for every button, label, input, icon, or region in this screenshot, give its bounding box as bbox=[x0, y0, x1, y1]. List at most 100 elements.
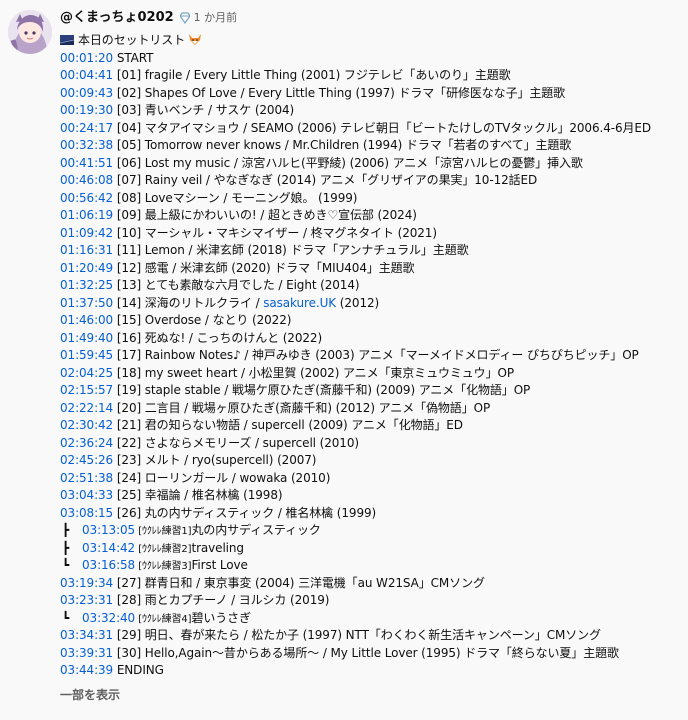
timestamp-link[interactable]: 00:41:51 bbox=[60, 156, 113, 170]
practice-tag: [ｳｸﾚﾚ練習2] bbox=[135, 543, 192, 555]
setlist-item: 00:32:38 [05] Tomorrow never knows / Mr.… bbox=[60, 137, 682, 155]
timestamp-link[interactable]: 01:59:45 bbox=[60, 348, 113, 362]
setlist-item: 01:06:19 [09] 最上級にかわいいの! / 超ときめき♡宣伝部 (20… bbox=[60, 207, 682, 225]
setlist-item: 03:23:31 [28] 雨とカプチーノ / ヨルシカ (2019) bbox=[60, 592, 682, 610]
show-less-button[interactable]: 一部を表示 bbox=[60, 686, 682, 703]
timestamp-link[interactable]: 03:39:31 bbox=[60, 646, 113, 660]
song-text: [01] fragile / Every Little Thing (2001)… bbox=[113, 68, 511, 82]
setlist-item: 02:36:24 [22] さよならメモリーズ / supercell (201… bbox=[60, 435, 682, 453]
song-text: [25] 幸福論 / 椎名林檎 (1998) bbox=[113, 488, 283, 502]
timestamp-link[interactable]: 00:56:42 bbox=[60, 191, 113, 205]
timestamp-link[interactable]: 02:30:42 bbox=[60, 418, 113, 432]
timestamp-link[interactable]: 01:20:49 bbox=[60, 261, 113, 275]
song-text: 碧いうさぎ bbox=[191, 610, 251, 625]
setlist-item: 01:59:45 [17] Rainbow Notes♪ / 神戸みゆき (20… bbox=[60, 347, 682, 365]
comment-content: 本日のセットリスト 00:01:20 START 00:04:41 [01] fr… bbox=[60, 32, 682, 680]
timestamp-link[interactable]: 00:32:38 bbox=[60, 138, 113, 152]
sub-setlist-item: ┣ 03:13:05 [ｳｸﾚﾚ練習1]丸の内サディスティック bbox=[60, 522, 682, 540]
setlist-item: 02:15:57 [19] staple stable / 戦場ケ原ひたぎ(斎藤… bbox=[60, 382, 682, 400]
avatar[interactable] bbox=[8, 10, 52, 54]
setlist-item: 00:41:51 [06] Lost my music / 涼宮ハルヒ(平野綾)… bbox=[60, 155, 682, 173]
timestamp-link[interactable]: 03:23:31 bbox=[60, 593, 113, 607]
timestamp-link[interactable]: 03:19:34 bbox=[60, 576, 113, 590]
setlist-title: 本日のセットリスト bbox=[60, 32, 682, 50]
setlist-item: 01:20:49 [12] 感電 / 米津玄師 (2020) ドラマ「MIU40… bbox=[60, 260, 682, 278]
fox-icon bbox=[188, 33, 202, 50]
setlist-item: 00:24:17 [04] マタアイマショウ / SEAMO (2006) テレ… bbox=[60, 120, 682, 138]
setlist-item: 03:04:33 [25] 幸福論 / 椎名林檎 (1998) bbox=[60, 487, 682, 505]
setlist-item: 00:01:20 START bbox=[60, 50, 682, 68]
timestamp-link[interactable]: 03:13:05 bbox=[82, 523, 135, 537]
timestamp-link[interactable]: 01:16:31 bbox=[60, 243, 113, 257]
song-text: [24] ローリンガール / wowaka (2010) bbox=[113, 470, 331, 485]
timestamp-link[interactable]: 01:09:42 bbox=[60, 226, 113, 240]
tree-branch: ┗ bbox=[62, 558, 70, 572]
song-text: START bbox=[113, 50, 154, 65]
song-text: [15] Overdose / なとり (2022) bbox=[113, 313, 292, 327]
song-text: [30] Hello,Again～昔からある場所～ / My Little Lo… bbox=[113, 645, 619, 660]
timestamp-link[interactable]: 01:06:19 bbox=[60, 208, 113, 222]
setlist-item: 00:46:08 [07] Rainy veil / やなぎなぎ (2014) … bbox=[60, 172, 682, 190]
setlist-item: 01:09:42 [10] マーシャル・マキシマイザー / 柊マグネタイト (2… bbox=[60, 225, 682, 243]
song-text: [21] 君の知らない物語 / supercell (2009) アニメ「化物語… bbox=[113, 418, 463, 432]
timestamp-link[interactable]: 02:51:38 bbox=[60, 471, 113, 485]
timestamp-link[interactable]: 03:32:40 bbox=[82, 611, 135, 625]
song-text: [04] マタアイマショウ / SEAMO (2006) テレビ朝日「ビートたけ… bbox=[113, 120, 652, 135]
timestamp-link[interactable]: 03:16:58 bbox=[82, 558, 135, 572]
tree-branch: ┗ bbox=[62, 610, 70, 625]
setlist-item: 00:09:43 [02] Shapes Of Love / Every Lit… bbox=[60, 85, 682, 103]
timestamp-link[interactable]: 01:32:25 bbox=[60, 278, 113, 292]
song-text-after: (2012) bbox=[336, 295, 380, 310]
timestamp-link[interactable]: 00:46:08 bbox=[60, 173, 113, 187]
timestamp-link[interactable]: 03:34:31 bbox=[60, 628, 113, 642]
gem-icon bbox=[179, 12, 190, 24]
setlist-item: 03:34:31 [29] 明日、春が来たら / 松たか子 (1997) NTT… bbox=[60, 627, 682, 645]
time-ago[interactable]: 1 か月前 bbox=[194, 8, 238, 28]
setlist: 00:01:20 START 00:04:41 [01] fragile / Ev… bbox=[60, 50, 682, 680]
song-text: [12] 感電 / 米津玄師 (2020) ドラマ「MIU404」主題歌 bbox=[113, 260, 415, 275]
artist-link[interactable]: sasakure.UK bbox=[263, 296, 336, 310]
timestamp-link[interactable]: 03:04:33 bbox=[60, 488, 113, 502]
setlist-item: 01:49:40 [16] 死ぬな! / こっちのけんと (2022) bbox=[60, 330, 682, 348]
song-text: traveling bbox=[191, 540, 244, 555]
comment-header: @くまっちょ0202 1 か月前 bbox=[60, 8, 682, 28]
song-text: [08] Loveマシーン / モーニング娘。 (1999) bbox=[113, 190, 358, 205]
timestamp-link[interactable]: 03:44:39 bbox=[60, 663, 113, 677]
timestamp-link[interactable]: 00:04:41 bbox=[60, 68, 113, 82]
setlist-item: 01:16:31 [11] Lemon / 米津玄師 (2018) ドラマ「アン… bbox=[60, 242, 682, 260]
sub-setlist-item: ┗ 03:16:58 [ｳｸﾚﾚ練習3]First Love bbox=[60, 557, 682, 575]
practice-tag: [ｳｸﾚﾚ練習3] bbox=[135, 561, 192, 572]
timestamp-link[interactable]: 00:24:17 bbox=[60, 121, 113, 135]
practice-tag: [ｳｸﾚﾚ練習4] bbox=[135, 613, 192, 625]
setlist-item: 02:22:14 [20] 二言目 / 戦場ヶ原ひたぎ(斎藤千和) (2012)… bbox=[60, 400, 682, 418]
song-text: [19] staple stable / 戦場ケ原ひたぎ(斎藤千和) (2009… bbox=[113, 383, 531, 397]
timestamp-link[interactable]: 01:37:50 bbox=[60, 296, 113, 310]
song-text: [29] 明日、春が来たら / 松たか子 (1997) NTT「わくわく新生活キ… bbox=[113, 628, 601, 642]
timestamp-link[interactable]: 03:14:42 bbox=[82, 541, 135, 555]
author-name[interactable]: @くまっちょ0202 bbox=[60, 8, 174, 28]
setlist-item: 03:08:15 [26] 丸の内サディスティック / 椎名林檎 (1999) bbox=[60, 505, 682, 523]
setlist-item: 02:04:25 [18] my sweet heart / 小松里賀 (200… bbox=[60, 365, 682, 383]
timestamp-link[interactable]: 02:04:25 bbox=[60, 366, 113, 380]
timestamp-link[interactable]: 03:08:15 bbox=[60, 506, 113, 520]
sub-setlist-item: ┣ 03:14:42 [ｳｸﾚﾚ練習2]traveling bbox=[60, 540, 682, 558]
timestamp-link[interactable]: 02:36:24 bbox=[60, 436, 113, 450]
song-text: [18] my sweet heart / 小松里賀 (2002) アニメ「東京… bbox=[113, 365, 514, 380]
timestamp-link[interactable]: 02:22:14 bbox=[60, 401, 113, 415]
setlist-item: 01:37:50 [14] 深海のリトルクライ / sasakure.UK (2… bbox=[60, 295, 682, 313]
setlist-item: 02:30:42 [21] 君の知らない物語 / supercell (2009… bbox=[60, 417, 682, 435]
song-text: First Love bbox=[191, 558, 248, 572]
timestamp-link[interactable]: 00:01:20 bbox=[60, 51, 113, 65]
timestamp-link[interactable]: 02:15:57 bbox=[60, 383, 113, 397]
timestamp-link[interactable]: 01:49:40 bbox=[60, 331, 113, 345]
song-text: [09] 最上級にかわいいの! / 超ときめき♡宣伝部 (2024) bbox=[113, 208, 417, 222]
timestamp-link[interactable]: 00:19:30 bbox=[60, 103, 113, 117]
song-text: [17] Rainbow Notes♪ / 神戸みゆき (2003) アニメ「マ… bbox=[113, 348, 639, 362]
song-text: [14] 深海のリトルクライ / bbox=[113, 295, 264, 310]
comment-thread: @くまっちょ0202 1 か月前 本日のセットリスト 00:01:20 STAR… bbox=[0, 0, 688, 720]
setlist-item: 03:39:31 [30] Hello,Again～昔からある場所～ / My … bbox=[60, 645, 682, 663]
timestamp-link[interactable]: 01:46:00 bbox=[60, 313, 113, 327]
setlist-item: 01:32:25 [13] とても素敵な六月でした / Eight (2014) bbox=[60, 277, 682, 295]
timestamp-link[interactable]: 00:09:43 bbox=[60, 86, 113, 100]
timestamp-link[interactable]: 02:45:26 bbox=[60, 453, 113, 467]
